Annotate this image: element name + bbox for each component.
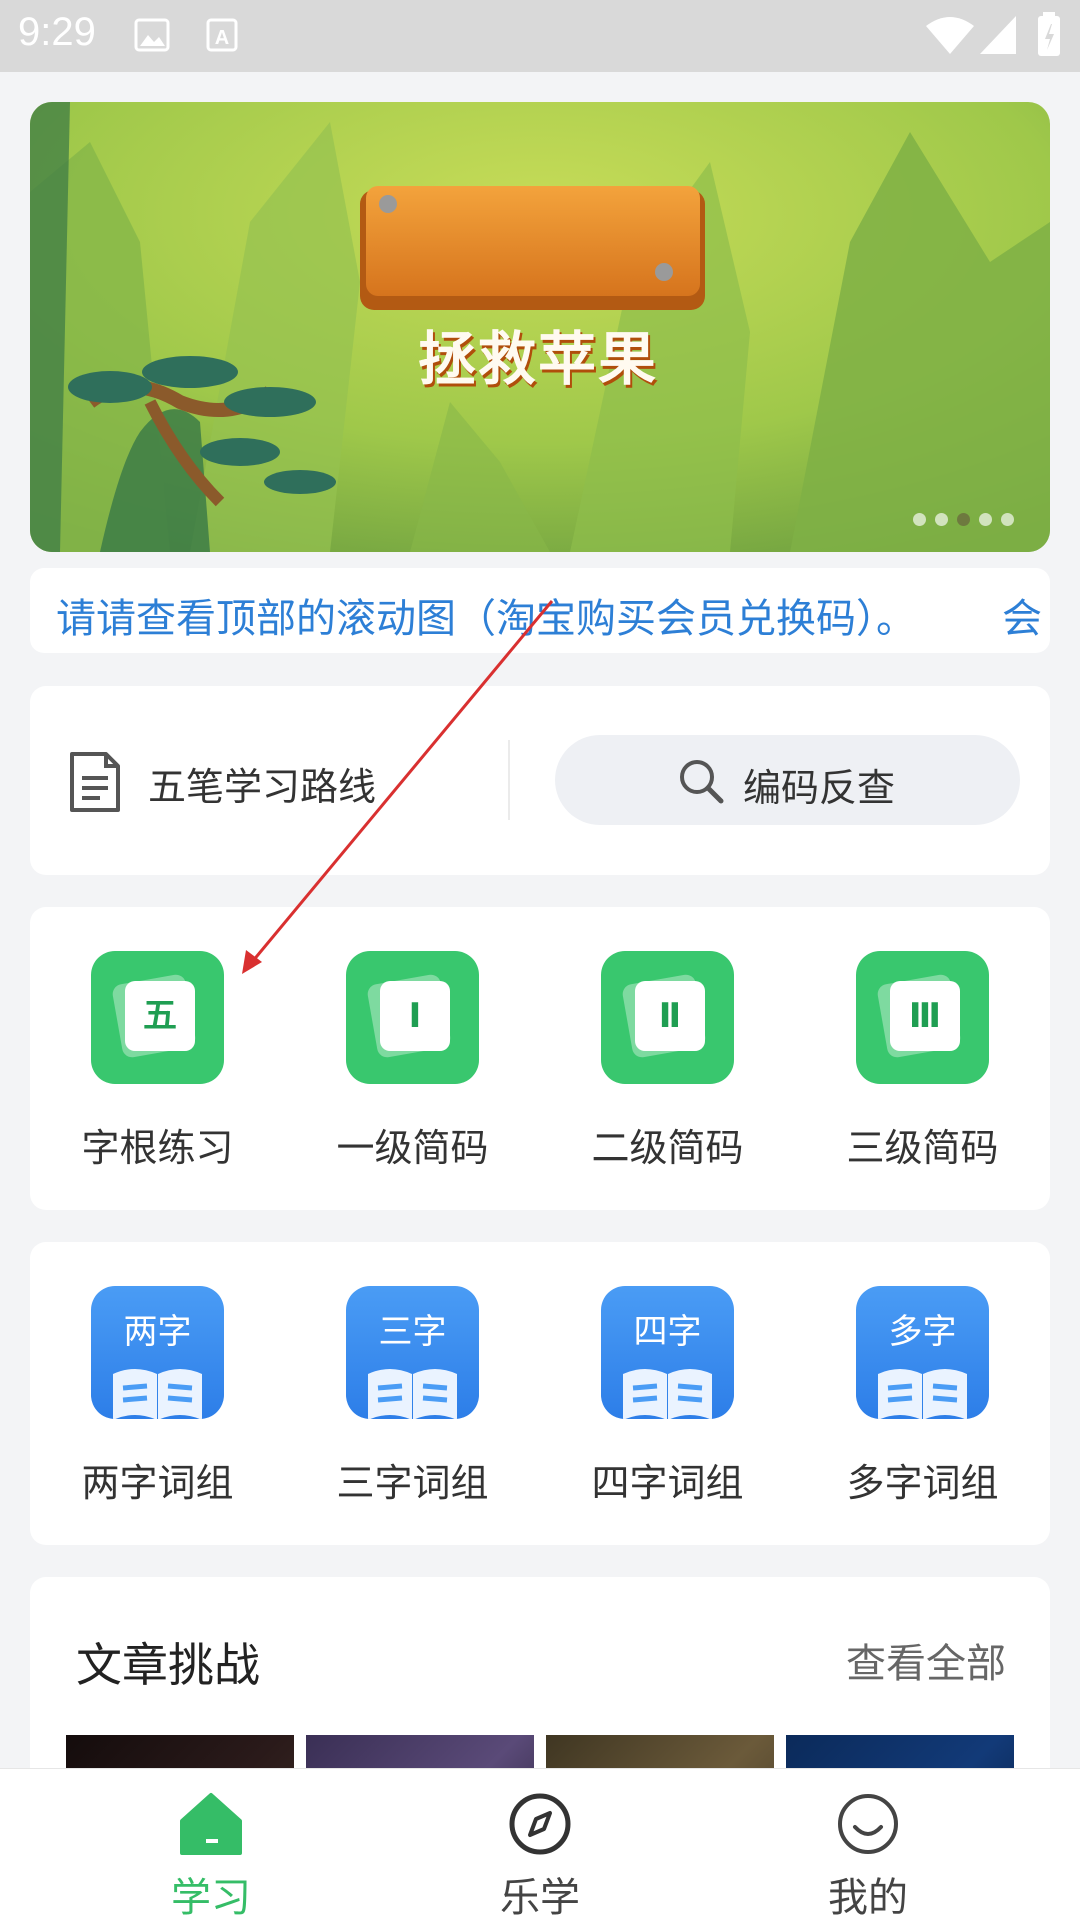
grid-item-level2-code[interactable]: Ⅱ 二级简码 — [540, 951, 795, 1181]
search-icon — [680, 760, 724, 804]
carousel-dot-active — [957, 513, 970, 526]
tab-label: 学习 — [171, 1875, 251, 1920]
notice-text-continued: 会 — [1002, 596, 1042, 642]
banner-title: 拯救苹果 — [418, 325, 659, 393]
grid-item-two-char-phrases[interactable]: 两字 两字词组 — [30, 1286, 285, 1516]
book-icon: 三字 — [346, 1286, 479, 1419]
tile-glyph: 三字 — [378, 1312, 447, 1352]
tab-label: 乐学 — [500, 1875, 580, 1920]
grid-item-level3-code[interactable]: Ⅲ 三级简码 — [795, 951, 1050, 1181]
grid-item-label: 四字词组 — [591, 1461, 744, 1505]
svg-text:A: A — [215, 27, 229, 49]
carousel-dot — [913, 513, 926, 526]
battery-icon — [1038, 12, 1060, 56]
document-icon[interactable] — [68, 750, 122, 814]
bottom-tab-bar: 学习 乐学 我的 — [0, 1768, 1080, 1920]
grid-item-label: 二级简码 — [591, 1126, 744, 1170]
smile-icon — [838, 1794, 898, 1854]
view-all-link[interactable]: 查看全部 — [846, 1631, 1006, 1689]
tab-mine[interactable]: 我的 — [703, 1769, 1033, 1920]
book-icon: 两字 — [91, 1286, 224, 1419]
compass-icon — [509, 1793, 571, 1855]
learning-route-link[interactable]: 五笔学习路线 — [148, 756, 376, 811]
route-card: 五笔学习路线 编码反查 — [30, 686, 1050, 875]
tile-glyph: 四字 — [633, 1312, 702, 1352]
grid-item-three-char-phrases[interactable]: 三字 三字词组 — [285, 1286, 540, 1516]
carousel-indicator — [913, 513, 1014, 526]
grid-item-four-char-phrases[interactable]: 四字 四字词组 — [540, 1286, 795, 1516]
image-notification-icon — [134, 18, 170, 52]
level3-code-icon: Ⅲ — [856, 951, 989, 1084]
notice-marquee[interactable]: 请请查看顶部的滚动图（淘宝购买会员兑换码）。 会 — [30, 568, 1050, 653]
banner-carousel[interactable]: 拯救苹果 — [30, 102, 1050, 552]
grid-item-label: 两字词组 — [81, 1461, 234, 1505]
book-icon: 四字 — [601, 1286, 734, 1419]
level1-code-icon: Ⅰ — [346, 951, 479, 1084]
status-bar: 9:29 A — [0, 0, 1080, 72]
book-icon: 多字 — [856, 1286, 989, 1419]
cellular-signal-icon — [980, 16, 1016, 54]
grid-item-label: 多字词组 — [846, 1461, 999, 1505]
status-time: 9:29 — [18, 10, 96, 54]
grid-item-level1-code[interactable]: Ⅰ 一级简码 — [285, 951, 540, 1181]
tile-glyph: 两字 — [123, 1312, 192, 1352]
tile-glyph: Ⅱ — [635, 981, 705, 1051]
tab-learn[interactable]: 学习 — [46, 1769, 376, 1920]
basic-practice-grid: 五 字根练习 Ⅰ 一级简码 Ⅱ 二级简码 Ⅲ 三级简码 — [30, 907, 1050, 1210]
grid-item-label: 字根练习 — [81, 1126, 234, 1170]
carousel-dot — [979, 513, 992, 526]
tab-label: 我的 — [828, 1875, 908, 1920]
section-title: 文章挑战 — [76, 1638, 260, 1692]
radical-practice-icon: 五 — [91, 951, 224, 1084]
tile-glyph: Ⅰ — [380, 981, 450, 1051]
grid-item-label: 三字词组 — [336, 1461, 489, 1505]
wifi-icon — [926, 17, 974, 54]
grid-item-label: 三级简码 — [846, 1126, 999, 1170]
code-lookup-label: 编码反查 — [743, 766, 896, 810]
carousel-dot — [1001, 513, 1014, 526]
grid-item-multi-char-phrases[interactable]: 多字 多字词组 — [795, 1286, 1050, 1516]
grid-item-label: 一级简码 — [336, 1126, 489, 1170]
grid-item-radical-practice[interactable]: 五 字根练习 — [30, 951, 285, 1181]
divider — [508, 740, 510, 820]
tile-glyph: 多字 — [888, 1312, 957, 1352]
tile-glyph: Ⅲ — [890, 981, 960, 1051]
phrase-practice-grid: 两字 两字词组 三字 三字词组 四字 四字词组 多字 多字词组 — [30, 1242, 1050, 1545]
tile-glyph: 五 — [125, 981, 195, 1051]
code-lookup-button[interactable]: 编码反查 — [555, 735, 1020, 825]
tab-fun-learning[interactable]: 乐学 — [375, 1769, 705, 1920]
home-icon — [180, 1793, 242, 1855]
level2-code-icon: Ⅱ — [601, 951, 734, 1084]
carousel-dot — [935, 513, 948, 526]
font-notification-icon: A — [206, 18, 238, 52]
notice-text: 请请查看顶部的滚动图（淘宝购买会员兑换码）。 — [56, 596, 916, 642]
